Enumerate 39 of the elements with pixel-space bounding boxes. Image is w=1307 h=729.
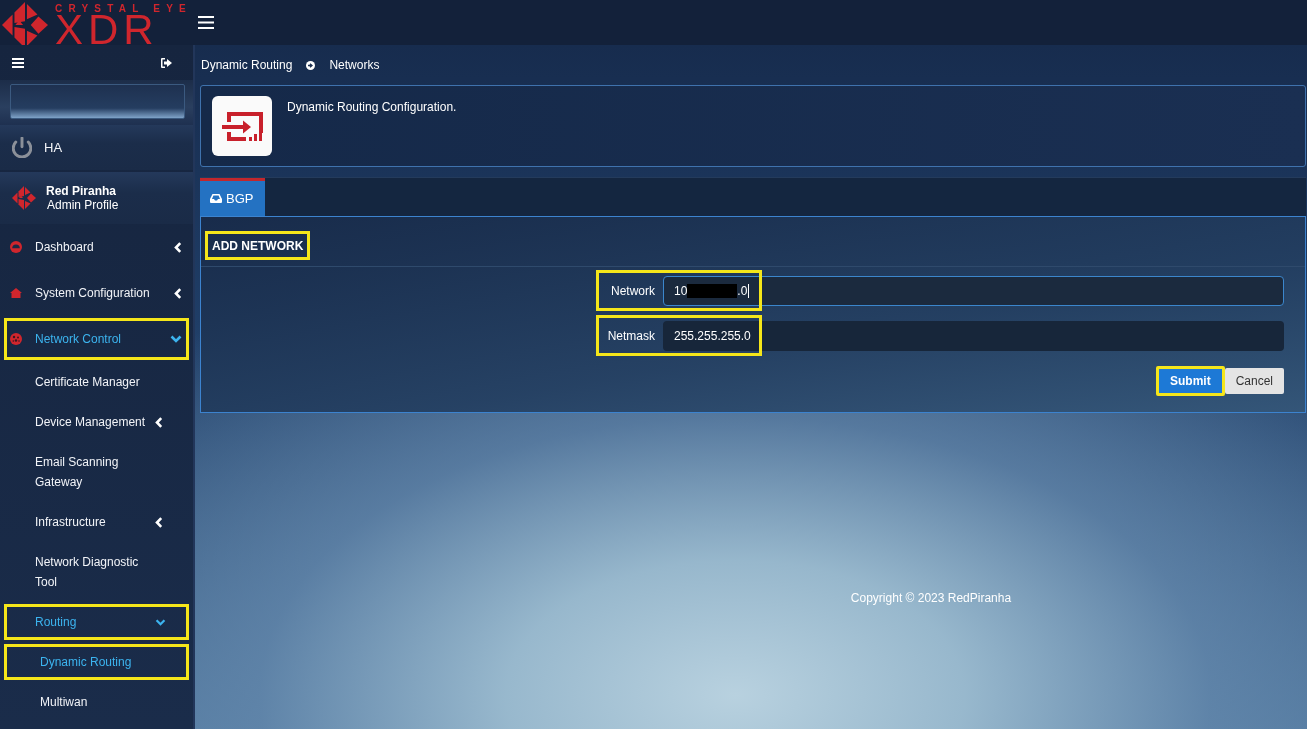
input-field[interactable]: 10 .0 — [663, 276, 1284, 306]
tab[interactable]: BGP — [200, 178, 266, 216]
profile-name: Red Piranha — [46, 184, 118, 198]
sidebar-item[interactable]: Routing — [4, 604, 189, 640]
logo-wordmark: XDR — [55, 14, 159, 46]
field-label: Network — [610, 284, 655, 298]
power-icon[interactable] — [12, 137, 32, 158]
arrow-into-box-icon — [212, 96, 272, 156]
sidebar-item[interactable]: Certificate Manager — [4, 364, 189, 400]
field-label: Netmask — [606, 329, 655, 343]
logo-icon — [2, 2, 48, 48]
menu-icon[interactable] — [12, 57, 24, 68]
profile-role: Admin Profile — [46, 198, 119, 212]
cancel-button[interactable]: Cancel — [1224, 368, 1284, 394]
sidebar-item[interactable]: Email Scanning Gateway — [4, 444, 189, 500]
logout-icon[interactable] — [161, 57, 172, 68]
tray-icon — [210, 194, 222, 203]
submit-button[interactable]: Submit — [1155, 366, 1225, 396]
gauge-icon — [10, 241, 22, 253]
sidebar-item[interactable]: Multiwan — [4, 684, 189, 720]
dotted-circle-icon — [10, 333, 22, 345]
sidebar-item[interactable]: Network Control — [4, 318, 189, 360]
sidebar-item[interactable]: Infrastructure — [4, 504, 189, 540]
menu-icon[interactable] — [198, 16, 214, 29]
page-description: Dynamic Routing Configuration. — [287, 99, 457, 114]
copyright-text: Copyright © 2023 RedPiranha — [850, 591, 1012, 605]
section-heading: ADD NETWORK — [205, 231, 311, 260]
status-label: HA — [44, 140, 63, 155]
sidebar-item[interactable]: Network Diagnostic Tool — [4, 544, 189, 600]
sidebar-item[interactable]: Dashboard — [4, 226, 189, 268]
sidebar-item[interactable]: Device Management — [4, 404, 189, 440]
sidebar-item[interactable]: System Configuration — [4, 272, 189, 314]
breadcrumb-link[interactable]: Networks — [329, 58, 380, 72]
logo-tagline: CRYSTAL EYE — [55, 3, 192, 14]
home-icon — [10, 288, 22, 298]
sidebar-item[interactable]: Dynamic Routing — [4, 644, 189, 680]
breadcrumb-link[interactable]: Dynamic Routing — [201, 58, 293, 72]
arrow-circle-icon — [306, 60, 316, 70]
input-field[interactable]: 255.255.255.0 — [663, 321, 1284, 351]
